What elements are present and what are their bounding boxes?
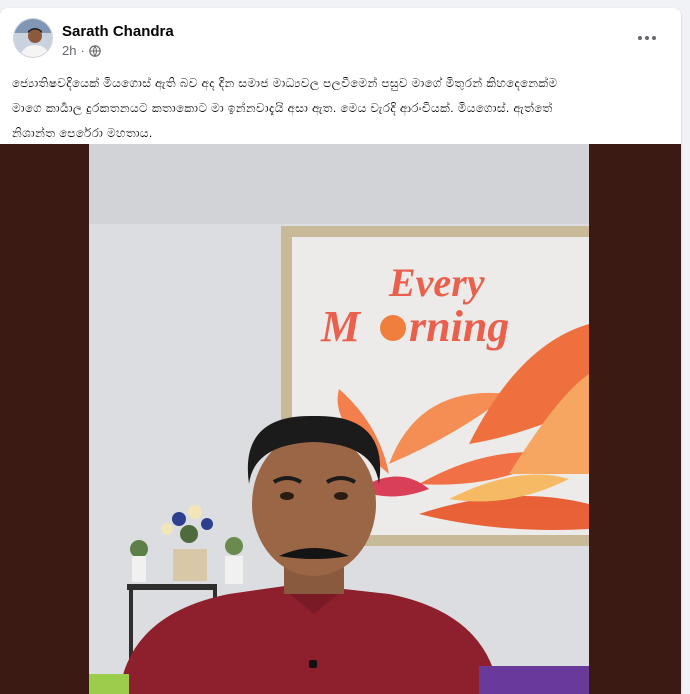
- globe-icon[interactable]: [89, 44, 101, 57]
- post-header: Sarath Chandra 2h ·: [0, 8, 681, 64]
- post-photo[interactable]: Every M rning: [89, 144, 589, 694]
- post-text: ජ්‍යොතිෂවදියෙක් මියගොස් ඇති බව අද දින සම…: [12, 71, 667, 146]
- sun-icon: [380, 315, 406, 341]
- avatar[interactable]: [13, 18, 53, 58]
- avatar-photo: [14, 19, 52, 57]
- post-text-line: ජ්‍යොතිෂවදියෙක් මියගොස් ඇති බව අද දින සම…: [12, 76, 558, 90]
- tv-sign-rning: rning: [409, 302, 509, 351]
- author-name[interactable]: Sarath Chandra: [62, 23, 174, 40]
- post-media[interactable]: Every M rning: [0, 144, 681, 694]
- tv-sign-m: M: [320, 302, 362, 351]
- post-time[interactable]: 2h: [62, 43, 76, 58]
- post-meta: 2h ·: [62, 43, 101, 58]
- tv-sign-every: Every: [388, 260, 485, 305]
- post-text-line: නිශාන්ත පෙරේරා මහතාය.: [12, 126, 153, 140]
- post-card: Sarath Chandra 2h · ජ්‍යොතිෂවදියෙක් මියග…: [0, 8, 681, 694]
- studio-photo: Every M rning: [89, 144, 589, 694]
- more-dots-icon[interactable]: [635, 28, 659, 48]
- post-text-line: මාගෙ කාර්‍යාල දුරකතනයට කතාකොට මා ඉන්නවාද…: [12, 101, 553, 115]
